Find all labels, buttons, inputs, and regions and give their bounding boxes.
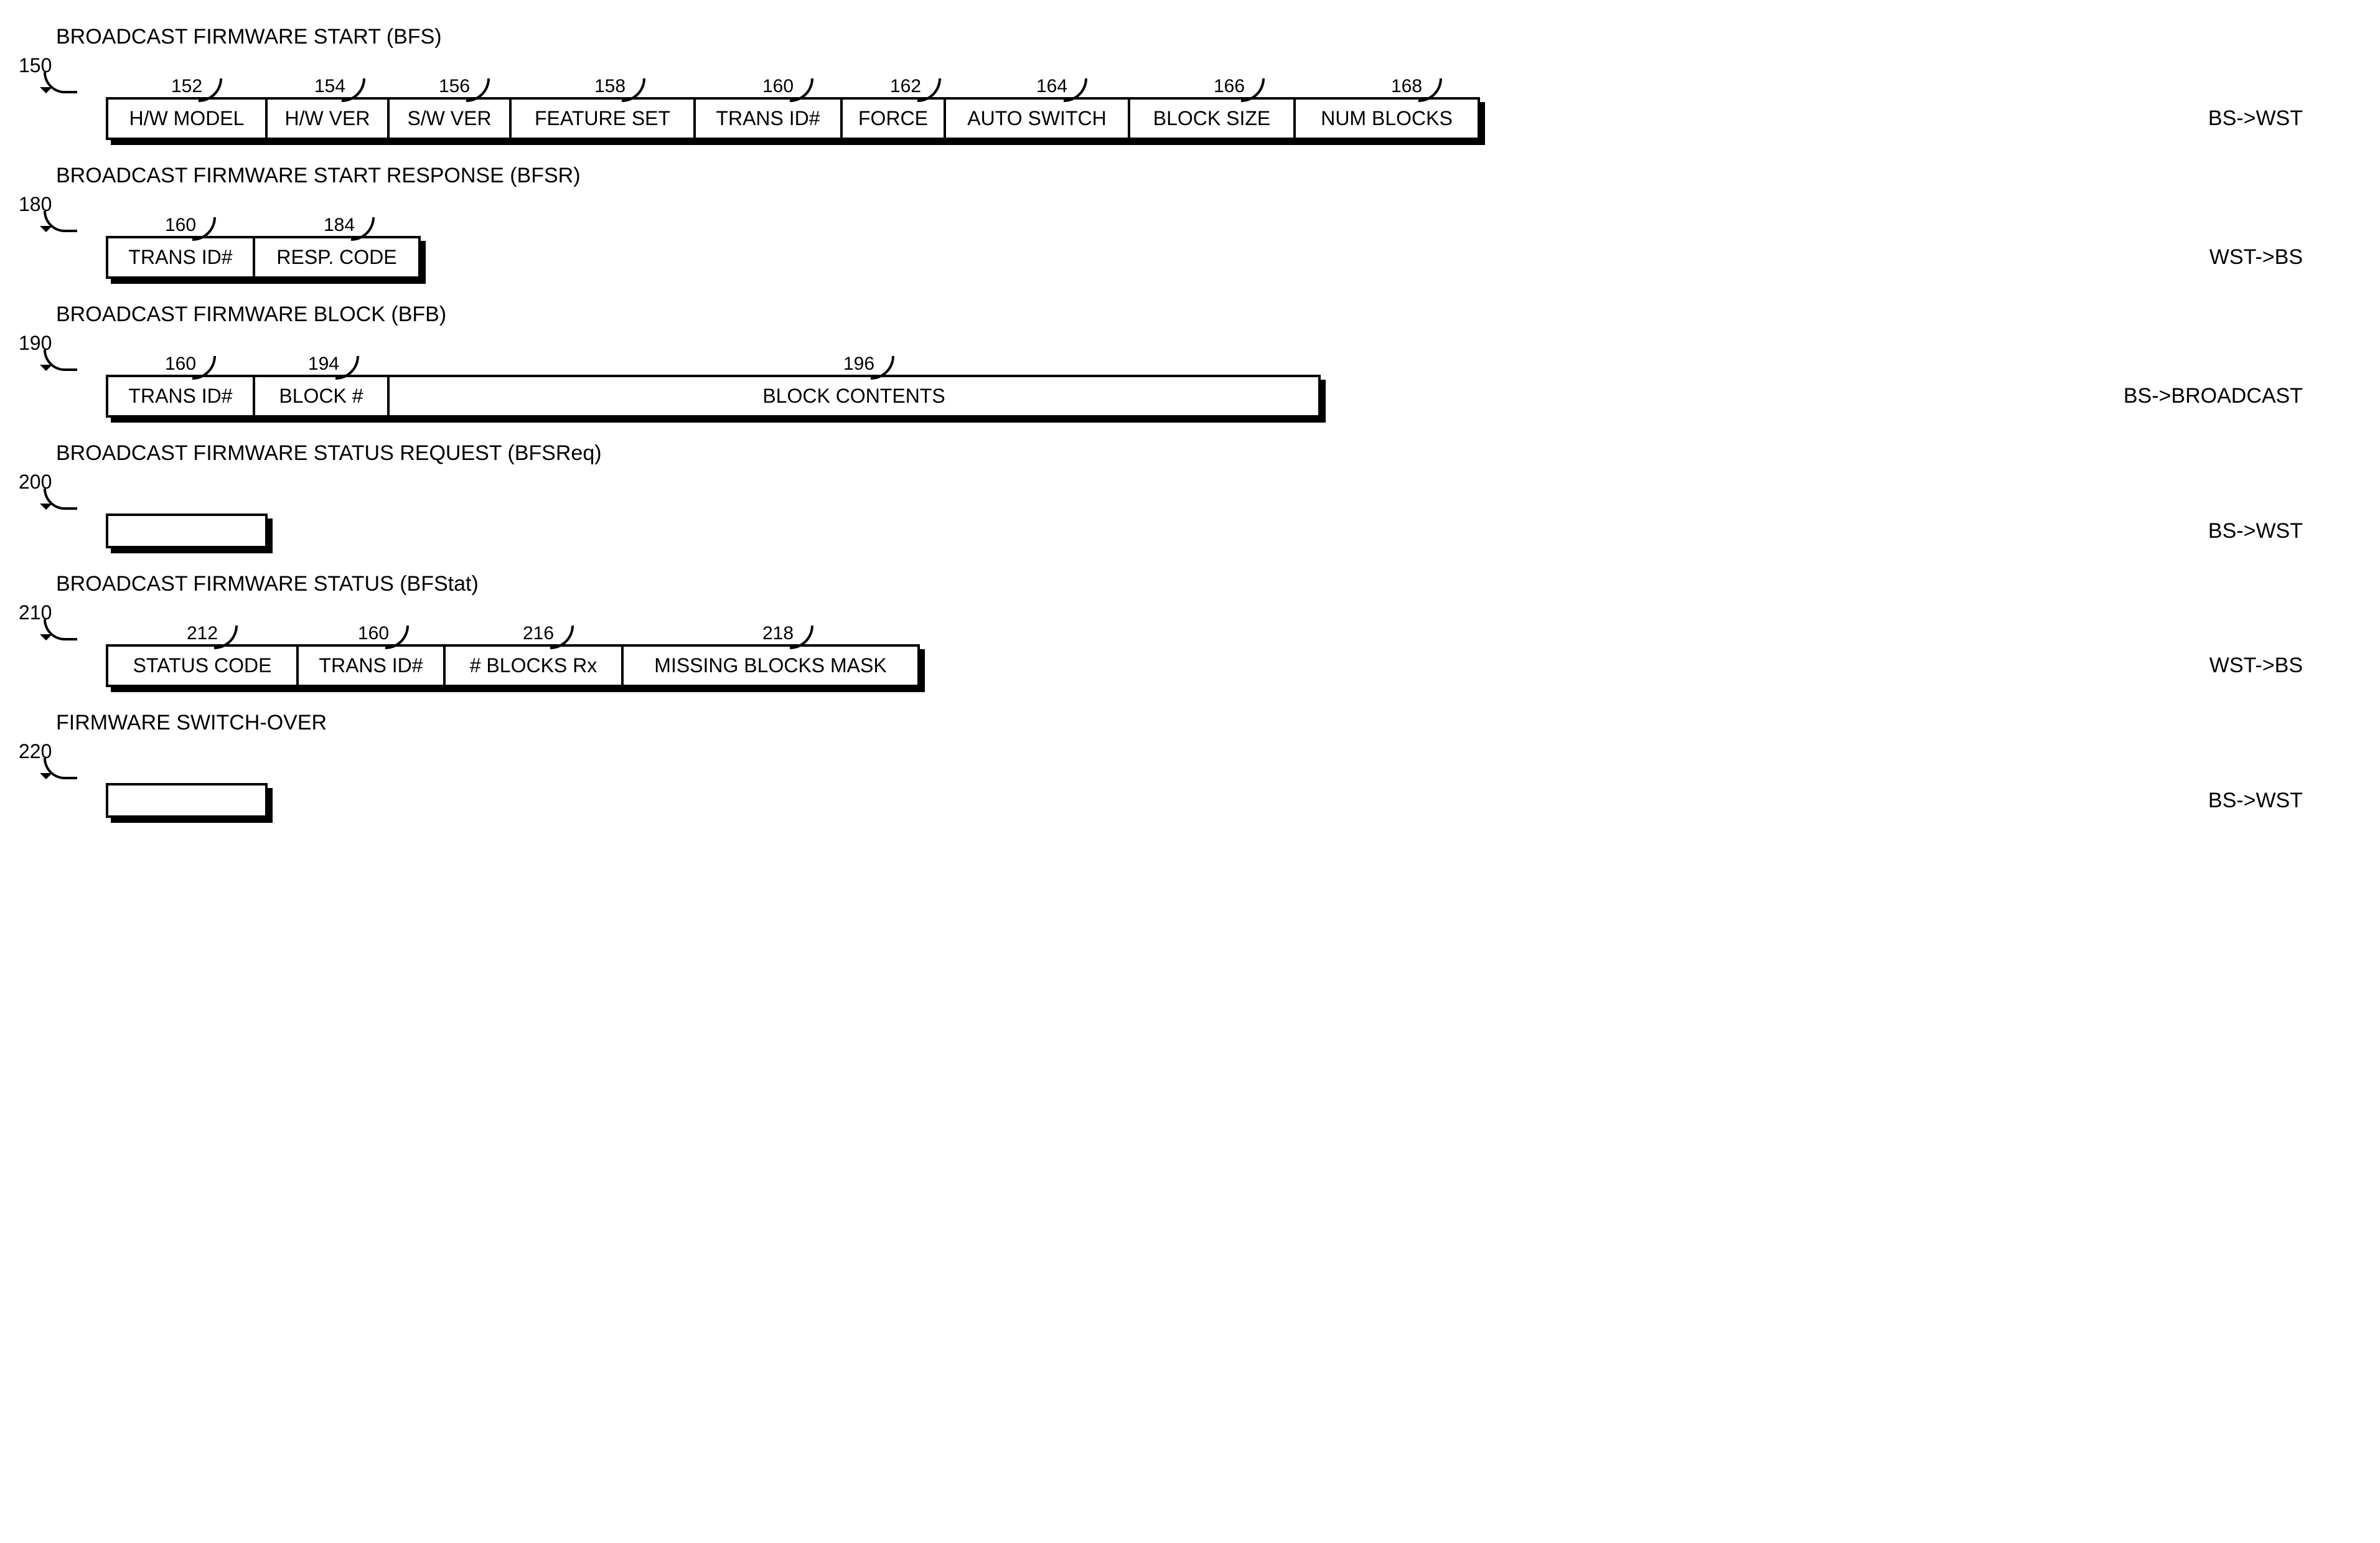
- field-box: [106, 783, 268, 818]
- field-box: BLOCK SIZE: [1128, 97, 1296, 140]
- message-title-row: BROADCAST FIRMWARE START RESPONSE (BFSR): [19, 164, 2361, 188]
- message-direction: WST->BS: [2197, 245, 2321, 270]
- message-block: BROADCAST FIRMWARE START RESPONSE (BFSR)…: [19, 164, 2361, 279]
- field-ref-number: 158: [517, 76, 703, 97]
- field-ref-number: 152: [106, 76, 268, 97]
- arrow-icon: [44, 489, 75, 514]
- message-fields: H/W MODELH/W VERS/W VERFEATURE SETTRANS …: [19, 97, 1478, 140]
- arrow-icon: [44, 758, 75, 783]
- field-ref-number: 196: [392, 354, 1326, 375]
- field-ref-number: 160: [299, 623, 448, 644]
- field-ref-number: 218: [629, 623, 927, 644]
- field-box: AUTO SWITCH: [944, 97, 1130, 140]
- message-fields: TRANS ID#RESP. CODE: [19, 236, 418, 279]
- field-box: RESP. CODE: [253, 236, 421, 279]
- arrow-icon: [44, 350, 75, 375]
- message-direction: BS->WST: [2196, 519, 2321, 543]
- message-block: FIRMWARE SWITCH-OVER220BS->WST: [19, 711, 2361, 818]
- field-box: BLOCK CONTENTS: [387, 375, 1321, 418]
- field-box: H/W VER: [265, 97, 390, 140]
- field-box: BLOCK #: [253, 375, 390, 418]
- field-ref-number: 162: [853, 76, 958, 97]
- field-ref-number: 216: [448, 623, 629, 644]
- message-direction: BS->WST: [2196, 789, 2321, 813]
- message-direction: BS->BROADCAST: [2111, 384, 2321, 408]
- field-box: FEATURE SET: [509, 97, 696, 140]
- message-title-row: BROADCAST FIRMWARE STATUS (BFStat): [19, 572, 2361, 596]
- field-ref-number: 212: [106, 623, 299, 644]
- field-box: TRANS ID#: [106, 236, 255, 279]
- message-block: BROADCAST FIRMWARE START (BFS)1501521541…: [19, 25, 2361, 140]
- message-direction: BS->WST: [2196, 106, 2321, 131]
- field-box: [106, 514, 268, 548]
- field-box: H/W MODEL: [106, 97, 268, 140]
- message-title-row: BROADCAST FIRMWARE STATUS REQUEST (BFSRe…: [19, 441, 2361, 466]
- field-box: FORCE: [840, 97, 946, 140]
- field-ref-number: 160: [703, 76, 853, 97]
- field-ref-number: 166: [1145, 76, 1313, 97]
- message-fields: [19, 783, 265, 818]
- message-title-row: FIRMWARE SWITCH-OVER: [19, 711, 2361, 735]
- message-fields: TRANS ID#BLOCK #BLOCK CONTENTS: [19, 375, 1318, 418]
- field-ref-number: 194: [255, 354, 392, 375]
- field-box: TRANS ID#: [106, 375, 255, 418]
- message-title: BROADCAST FIRMWARE STATUS (BFStat): [19, 572, 479, 596]
- message-fields: [19, 514, 265, 548]
- message-title-row: BROADCAST FIRMWARE BLOCK (BFB): [19, 303, 2361, 327]
- message-title: BROADCAST FIRMWARE START (BFS): [19, 25, 442, 49]
- field-box: STATUS CODE: [106, 644, 299, 687]
- message-title: BROADCAST FIRMWARE START RESPONSE (BFSR): [19, 164, 581, 188]
- arrow-icon: [44, 619, 75, 644]
- message-title: BROADCAST FIRMWARE STATUS REQUEST (BFSRe…: [19, 441, 602, 466]
- field-box: MISSING BLOCKS MASK: [621, 644, 920, 687]
- message-fields: STATUS CODETRANS ID## BLOCKS RxMISSING B…: [19, 644, 917, 687]
- field-ref-number: 160: [106, 354, 255, 375]
- field-box: TRANS ID#: [296, 644, 446, 687]
- field-box: # BLOCKS Rx: [443, 644, 624, 687]
- firmware-broadcast-message-diagram: BROADCAST FIRMWARE START (BFS)1501521541…: [19, 25, 2361, 818]
- field-ref-number: 184: [255, 215, 423, 236]
- field-ref-number: 154: [268, 76, 392, 97]
- field-box: TRANS ID#: [693, 97, 843, 140]
- field-ref-number: 168: [1313, 76, 1500, 97]
- arrow-icon: [44, 211, 75, 236]
- message-title: FIRMWARE SWITCH-OVER: [19, 711, 327, 735]
- message-block: BROADCAST FIRMWARE STATUS (BFStat)210212…: [19, 572, 2361, 687]
- field-ref-number: 156: [392, 76, 517, 97]
- message-direction: WST->BS: [2197, 654, 2321, 678]
- message-title-row: BROADCAST FIRMWARE START (BFS): [19, 25, 2361, 49]
- field-box: S/W VER: [387, 97, 512, 140]
- message-block: BROADCAST FIRMWARE BLOCK (BFB)1901601941…: [19, 303, 2361, 418]
- field-ref-number: 160: [106, 215, 255, 236]
- field-box: NUM BLOCKS: [1293, 97, 1480, 140]
- message-block: BROADCAST FIRMWARE STATUS REQUEST (BFSRe…: [19, 441, 2361, 548]
- message-title: BROADCAST FIRMWARE BLOCK (BFB): [19, 303, 446, 327]
- field-ref-number: 164: [958, 76, 1145, 97]
- arrow-icon: [44, 72, 75, 97]
